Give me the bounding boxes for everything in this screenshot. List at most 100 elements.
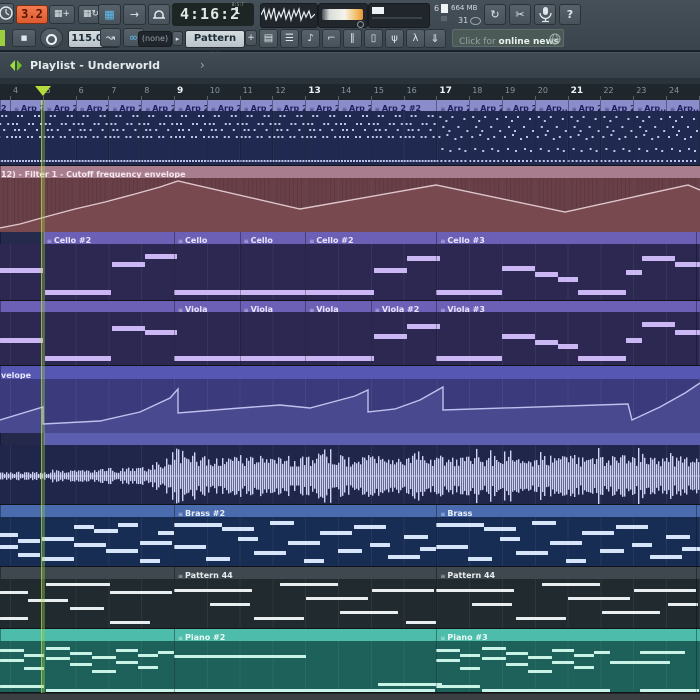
panel-button-piano-roll-icon[interactable]: ♪ xyxy=(301,29,320,48)
playhead-marker[interactable] xyxy=(35,86,51,96)
record-button[interactable] xyxy=(40,28,63,48)
clip-arp-2[interactable]: ≡Arp 2 xyxy=(305,100,338,111)
clip-brass[interactable]: ≡ Brass xyxy=(436,505,696,517)
typing-keyboard-button[interactable] xyxy=(148,4,170,25)
clip-arp-2[interactable]: ≡Arp 2 xyxy=(108,100,142,111)
clip-cello[interactable]: ≡ Cello xyxy=(239,232,306,244)
slide-notes-button[interactable]: ↝ xyxy=(100,28,121,47)
clip-brass[interactable] xyxy=(0,505,174,517)
playlist-titlebar[interactable]: Playlist - Underworld › xyxy=(0,52,700,79)
wait-clock-button[interactable] xyxy=(0,3,14,24)
clip-cello[interactable] xyxy=(696,232,700,244)
track-body-filter-cutoff-automation[interactable] xyxy=(0,178,700,232)
track-body-cello[interactable] xyxy=(0,244,700,301)
step-edit-button[interactable]: ▦ xyxy=(98,4,121,25)
panel-button-channel-rack-icon[interactable]: ☰ xyxy=(280,29,299,48)
clip-arp-2[interactable]: ≡Arp..#2 xyxy=(666,100,699,111)
track-body-viola[interactable] xyxy=(0,312,700,366)
pattern-prev-button[interactable]: ▸ xyxy=(172,31,183,46)
clip-pattern-44[interactable]: ≡ Pattern 44 xyxy=(436,567,696,579)
clip-viola[interactable]: ≡ Viola xyxy=(239,301,306,312)
master-volume[interactable] xyxy=(318,3,368,28)
clip-arp-2-2[interactable]: ≡ Arp 2 #2 xyxy=(370,100,437,111)
clip-arp-2[interactable]: ≡Arp 2 xyxy=(502,100,535,111)
track-header-filter-cutoff-automation: 12) - Filter 1 - Cutoff frequency envelo… xyxy=(0,166,700,178)
cut-tool-button[interactable]: ✂ xyxy=(509,4,531,25)
pattern-selector[interactable]: Pattern 28 xyxy=(185,30,245,60)
horizontal-scrollbar[interactable] xyxy=(0,693,700,700)
panel-button-playlist-icon[interactable]: ▤ xyxy=(259,29,278,48)
clip-arp-2[interactable]: ≡Arp 2 xyxy=(174,100,207,111)
track-body-piano[interactable] xyxy=(0,641,700,693)
oscilloscope[interactable] xyxy=(260,3,318,28)
clip-piano[interactable] xyxy=(0,629,174,641)
clip-piano-3[interactable]: ≡ Piano #3 xyxy=(436,629,696,641)
clip-12-filter-1-cutoff-frequency-envelope[interactable]: 12) - Filter 1 - Cutoff frequency envelo… xyxy=(0,166,700,178)
clip-cello-2[interactable]: ≡ Cello #2 xyxy=(42,232,174,244)
clip-arp-2[interactable]: ≡Arp 2 xyxy=(567,100,601,111)
clip-velope[interactable]: velope xyxy=(0,366,700,379)
clip-arp-2[interactable]: ≡Arp 2 xyxy=(75,100,109,111)
clip-viola-3[interactable]: ≡ Viola #3 xyxy=(436,301,696,312)
clip-cello[interactable]: ≡ Cello xyxy=(174,232,240,244)
clip-arp-3[interactable]: ≡Arp..#3 xyxy=(534,100,568,111)
panel-button-event-editor-icon[interactable]: ⌐ xyxy=(322,29,341,48)
news-banner[interactable]: Click for online news xyxy=(452,29,564,47)
swing-selector[interactable]: (none) xyxy=(138,31,172,47)
clip-cello-2[interactable]: ≡ Cello #2 xyxy=(305,232,437,244)
overload-led[interactable]: 3.2 xyxy=(16,5,48,24)
clip-cello-3[interactable]: ≡ Cello #3 xyxy=(436,232,696,244)
panel-button-touch-controller-icon[interactable]: λ xyxy=(406,29,425,48)
track-body-pattern-44[interactable] xyxy=(0,579,700,629)
stop-button[interactable]: ■ xyxy=(12,29,36,47)
clip-viola-2[interactable]: ≡ Viola #2 xyxy=(370,301,437,312)
timeline-ruler[interactable]: 45678910111213141516171819202122232425 xyxy=(0,84,700,101)
track-body-volume-automation[interactable] xyxy=(0,379,700,433)
clip-arp-2[interactable]: ≡Arp..#2 xyxy=(633,100,666,111)
clip-piano[interactable] xyxy=(696,629,700,641)
panel-button-browser-icon[interactable]: ▯ xyxy=(364,29,383,48)
clip-viola[interactable] xyxy=(0,301,174,312)
clip-arp-2[interactable]: ≡Arp 2 xyxy=(141,100,174,111)
clip-arp-2[interactable]: ≡Arp 2 xyxy=(469,100,502,111)
play-button-edge[interactable] xyxy=(0,30,5,46)
volume-slider[interactable] xyxy=(322,9,363,20)
track-body-audio[interactable] xyxy=(0,445,700,505)
clip-piano-2[interactable]: ≡ Piano #2 xyxy=(174,629,437,641)
panel-button-plugin-picker-icon[interactable]: ψ xyxy=(385,29,404,48)
sync-button[interactable]: ↻ xyxy=(484,4,506,25)
clip-boundary xyxy=(338,111,339,165)
clip-pattern-44[interactable]: ≡ Pattern 44 xyxy=(174,567,437,579)
clip-label: Viola xyxy=(316,305,339,312)
clip-viola[interactable]: ≡ Viola xyxy=(305,301,371,312)
clip-arp-2[interactable]: ≡Arp 2 xyxy=(436,100,470,111)
track-body-brass[interactable] xyxy=(0,517,700,567)
clip-viola[interactable]: ≡ Viola xyxy=(174,301,240,312)
clip-arp-2[interactable]: ≡Arp 2 xyxy=(42,100,76,111)
clip-arp-2[interactable]: ≡Arp 2 xyxy=(600,100,634,111)
clip-arp-2[interactable]: ≡Arp 2 xyxy=(338,100,371,111)
clip-2[interactable]: 2 xyxy=(0,100,10,111)
clip-pattern-44[interactable] xyxy=(696,567,700,579)
follow-playback-button[interactable]: → xyxy=(123,4,146,25)
clip-audio[interactable] xyxy=(0,433,43,445)
clip-arp-2[interactable]: ≡Arp 2 xyxy=(206,100,240,111)
help-button[interactable]: ? xyxy=(559,4,581,25)
clip-audio[interactable] xyxy=(42,433,700,445)
clip-pattern-44[interactable] xyxy=(0,567,174,579)
mic-button[interactable] xyxy=(534,4,556,25)
panel-button-mixer-icon[interactable]: ∥ xyxy=(343,29,362,48)
download-button[interactable]: ⇓ xyxy=(424,29,446,48)
clip-arp-2[interactable]: ≡Arp 2 xyxy=(239,100,273,111)
clip-viola[interactable] xyxy=(696,301,700,312)
clip-brass[interactable] xyxy=(696,505,700,517)
clip-arp-2[interactable]: ≡Arp 2 xyxy=(272,100,306,111)
clip-arp-2[interactable]: ≡Arp 2 xyxy=(10,100,43,111)
clip-cello[interactable] xyxy=(0,232,43,244)
clip-label: Cello #2 xyxy=(53,236,92,244)
add-marker-button[interactable]: ▦+ xyxy=(49,5,75,24)
track-body-arp[interactable] xyxy=(0,111,700,166)
clip-brass-2[interactable]: ≡ Brass #2 xyxy=(174,505,437,517)
ruler-bar-18: 18 xyxy=(472,86,483,95)
pattern-next-button[interactable]: + xyxy=(245,30,257,46)
